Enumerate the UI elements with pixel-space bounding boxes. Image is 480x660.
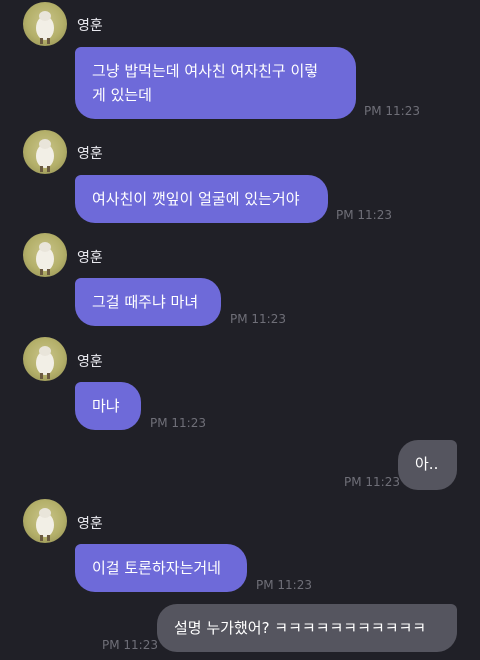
message-text: 이걸 토론하자는거네 xyxy=(92,559,221,577)
message-timestamp: PM 11:23 xyxy=(256,578,312,592)
sheep-icon xyxy=(36,11,54,44)
avatar[interactable] xyxy=(23,233,67,277)
sender-name: 영훈 xyxy=(77,354,103,370)
message-bubble[interactable]: 마냐 xyxy=(75,382,141,430)
sender-name: 영훈 xyxy=(77,516,103,532)
sender-name: 영훈 xyxy=(77,250,103,266)
message-timestamp: PM 11:23 xyxy=(336,208,392,222)
message-text: 설명 누가했어? ㅋㅋㅋㅋㅋㅋㅋㅋㅋㅋㅋ xyxy=(174,619,427,637)
sheep-icon xyxy=(36,508,54,541)
sheep-icon xyxy=(36,139,54,172)
sheep-icon xyxy=(36,346,54,379)
message-bubble[interactable]: 그걸 때주냐 마녀 xyxy=(75,278,221,326)
message-bubble[interactable]: 이걸 토론하자는거네 xyxy=(75,544,247,592)
message-text: 아.. xyxy=(415,455,439,473)
avatar[interactable] xyxy=(23,337,67,381)
message-timestamp: PM 11:23 xyxy=(344,475,400,489)
avatar[interactable] xyxy=(23,130,67,174)
message-timestamp: PM 11:23 xyxy=(230,312,286,326)
message-bubble[interactable]: 아.. xyxy=(398,440,457,490)
message-text-line: 그냥 밥먹는데 여사친 여자친구 이렇 xyxy=(92,62,319,80)
avatar[interactable] xyxy=(23,2,67,46)
message-text: 마냐 xyxy=(92,397,120,415)
sheep-icon xyxy=(36,242,54,275)
message-text: 여사친이 깻잎이 얼굴에 있는거야 xyxy=(92,190,300,208)
message-timestamp: PM 11:23 xyxy=(150,416,206,430)
sender-name: 영훈 xyxy=(77,146,103,162)
avatar[interactable] xyxy=(23,499,67,543)
message-timestamp: PM 11:23 xyxy=(364,104,420,118)
message-bubble[interactable]: 설명 누가했어? ㅋㅋㅋㅋㅋㅋㅋㅋㅋㅋㅋ xyxy=(157,604,457,652)
message-timestamp: PM 11:23 xyxy=(102,638,158,652)
sender-name: 영훈 xyxy=(77,18,103,34)
message-bubble[interactable]: 그냥 밥먹는데 여사친 여자친구 이렇 게 있는데 xyxy=(75,47,356,119)
message-text: 그걸 때주냐 마녀 xyxy=(92,293,199,311)
message-bubble[interactable]: 여사친이 깻잎이 얼굴에 있는거야 xyxy=(75,175,328,223)
message-text-line: 게 있는데 xyxy=(92,86,152,104)
